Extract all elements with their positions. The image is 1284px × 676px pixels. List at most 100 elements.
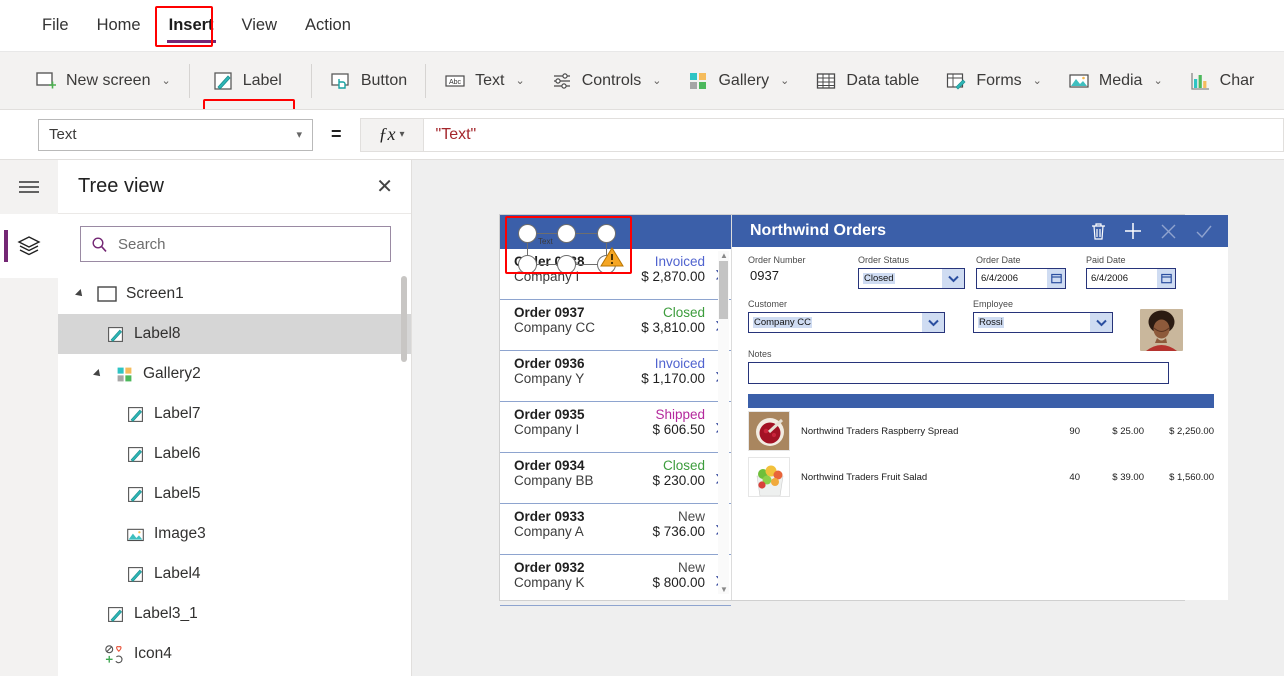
ribbon-text[interactable]: Abc Text ⌄: [431, 60, 538, 102]
gallery-scroll-thumb[interactable]: [719, 261, 728, 319]
close-icon[interactable]: ✕: [376, 174, 393, 199]
tree-node-label5[interactable]: Label5: [58, 474, 411, 514]
gallery-item[interactable]: Order 0936 Invoiced Company Y $ 1,170.00…: [500, 351, 731, 402]
main-body: Tree view ✕ Search Screen1 Label8 Galler…: [0, 160, 1284, 676]
order-status-dropdown[interactable]: Closed: [858, 268, 965, 289]
scroll-up-arrow-icon[interactable]: ▲: [720, 251, 728, 260]
customer-dropdown[interactable]: Company CC: [748, 312, 945, 333]
gallery-scrollbar[interactable]: ▲ ▼: [718, 251, 729, 594]
order-date-picker[interactable]: 6/4/2006: [976, 268, 1066, 289]
notes-input[interactable]: [748, 362, 1169, 384]
tree-node-image3[interactable]: Image3: [58, 514, 411, 554]
product-qty: 90: [1069, 425, 1080, 437]
ribbon-forms[interactable]: Forms ⌄: [932, 60, 1055, 102]
hamburger-button[interactable]: [0, 160, 58, 214]
ribbon-label[interactable]: Label: [199, 60, 295, 102]
scroll-down-arrow-icon[interactable]: ▼: [720, 585, 728, 594]
gallery-item[interactable]: Order 0934 Closed Company BB $ 230.00 ›: [500, 453, 731, 504]
tree-scrollbar[interactable]: [401, 276, 407, 362]
dropdown-value: Rossi: [978, 317, 1004, 328]
tree-node-label4[interactable]: Label4: [58, 554, 411, 594]
field-paid-date: Paid Date 6/4/2006: [1086, 255, 1196, 289]
field-label: Customer: [748, 299, 788, 309]
menu-item-insert[interactable]: Insert: [155, 0, 228, 52]
cancel-x-icon[interactable]: [1159, 222, 1178, 241]
field-label: Paid Date: [1086, 255, 1126, 265]
tree-node-label6[interactable]: Label6: [58, 434, 411, 474]
detail-header-icons: [1090, 221, 1214, 241]
tree-node-label7[interactable]: Label7: [58, 394, 411, 434]
fx-button[interactable]: ƒx ▾: [359, 117, 424, 152]
trash-icon[interactable]: [1090, 222, 1107, 240]
detail-row-1: Order Number 0937 Order Status Closed Or…: [748, 255, 1214, 299]
field-label: Order Date: [976, 255, 1021, 265]
tree-view-pane: Tree view ✕ Search Screen1 Label8 Galler…: [58, 160, 412, 676]
tree-node-label8[interactable]: Label8: [58, 314, 411, 354]
chevron-down-icon[interactable]: [922, 313, 944, 332]
tree-node-list: Screen1 Label8 Gallery2 Label7 Label6 La…: [58, 274, 411, 676]
paid-date-picker[interactable]: 6/4/2006: [1086, 268, 1176, 289]
employee-dropdown[interactable]: Rossi: [973, 312, 1113, 333]
caret-icon[interactable]: [76, 288, 88, 300]
tree-node-label: Icon4: [134, 645, 172, 662]
order-status: Shipped: [655, 407, 705, 422]
gallery-item[interactable]: Order 0938 Invoiced Company I $ 2,870.00…: [500, 249, 731, 300]
gallery-item[interactable]: Order 0933 New Company A $ 736.00 ›: [500, 504, 731, 555]
ribbon-media-label: Media: [1098, 71, 1143, 89]
calendar-icon[interactable]: [1157, 269, 1175, 288]
product-row[interactable]: Northwind Traders Raspberry Spread 90 $ …: [748, 408, 1214, 454]
chevron-down-icon[interactable]: [1090, 313, 1112, 332]
tree-view-rail-button[interactable]: [0, 214, 58, 278]
tree-node-gallery2[interactable]: Gallery2: [58, 354, 411, 394]
menu-item-home[interactable]: Home: [83, 0, 155, 52]
ribbon-chart[interactable]: Char: [1176, 60, 1268, 102]
ribbon-button[interactable]: Button: [317, 60, 420, 102]
tree-node-screen1[interactable]: Screen1: [58, 274, 411, 314]
label-icon: [128, 446, 143, 462]
text-abc-icon: Abc: [444, 70, 466, 92]
gallery-item[interactable]: Order 0932 New Company K $ 800.00 ›: [500, 555, 731, 606]
chevron-down-icon[interactable]: [942, 269, 964, 288]
order-amount: $ 2,870.00: [641, 269, 705, 284]
caret-icon[interactable]: [94, 368, 106, 380]
order-amount: $ 800.00: [652, 575, 705, 590]
plus-icon[interactable]: [1123, 221, 1143, 241]
order-status: Closed: [662, 458, 705, 473]
formula-input[interactable]: "Text": [423, 117, 1284, 152]
product-price: $ 39.00: [1112, 471, 1144, 483]
tree-node-label: Screen1: [126, 285, 184, 302]
gallery-item[interactable]: Order 0937 Closed Company CC $ 3,810.00 …: [500, 300, 731, 351]
order-id: Order 0933: [514, 509, 585, 524]
ribbon-data-table[interactable]: Data table: [802, 60, 932, 102]
order-status: New: [677, 560, 705, 575]
ribbon-controls[interactable]: Controls ⌄: [538, 60, 675, 102]
ribbon-data-table-label: Data table: [846, 71, 920, 89]
employee-avatar: [1140, 309, 1183, 351]
order-id: Order 0935: [514, 407, 585, 422]
menu-item-action[interactable]: Action: [291, 0, 365, 52]
order-id: Order 0937: [514, 305, 585, 320]
fx-icon: ƒx: [378, 124, 396, 144]
property-select-value: Text: [49, 126, 77, 143]
order-id: Order 0932: [514, 560, 585, 575]
property-select[interactable]: Text ▾: [38, 118, 313, 151]
menu-item-view[interactable]: View: [228, 0, 291, 52]
calendar-icon[interactable]: [1047, 269, 1065, 288]
menu-item-file[interactable]: File: [28, 0, 83, 52]
field-order-number: Order Number 0937: [748, 255, 858, 289]
screen-icon: [97, 286, 117, 302]
gallery-item[interactable]: Order 0935 Shipped Company I $ 606.50 ›: [500, 402, 731, 453]
ribbon-gallery[interactable]: Gallery ⌄: [674, 60, 802, 102]
order-amount: $ 606.50: [652, 422, 705, 437]
tree-node-icon4[interactable]: Icon4: [58, 634, 411, 674]
ribbon-new-screen[interactable]: New screen ⌄: [22, 60, 184, 102]
tree-node-label3-1[interactable]: Label3_1: [58, 594, 411, 634]
product-row[interactable]: Northwind Traders Fruit Salad 40 $ 39.00…: [748, 454, 1214, 500]
app-preview: Order 0938 Invoiced Company I $ 2,870.00…: [500, 215, 1228, 606]
ribbon-media[interactable]: Media ⌄: [1055, 60, 1176, 102]
order-company: Company BB: [514, 473, 594, 488]
search-input[interactable]: Search: [80, 226, 391, 262]
field-value: 0937: [750, 268, 779, 283]
check-icon[interactable]: [1194, 222, 1214, 241]
order-company: Company I: [514, 269, 580, 284]
